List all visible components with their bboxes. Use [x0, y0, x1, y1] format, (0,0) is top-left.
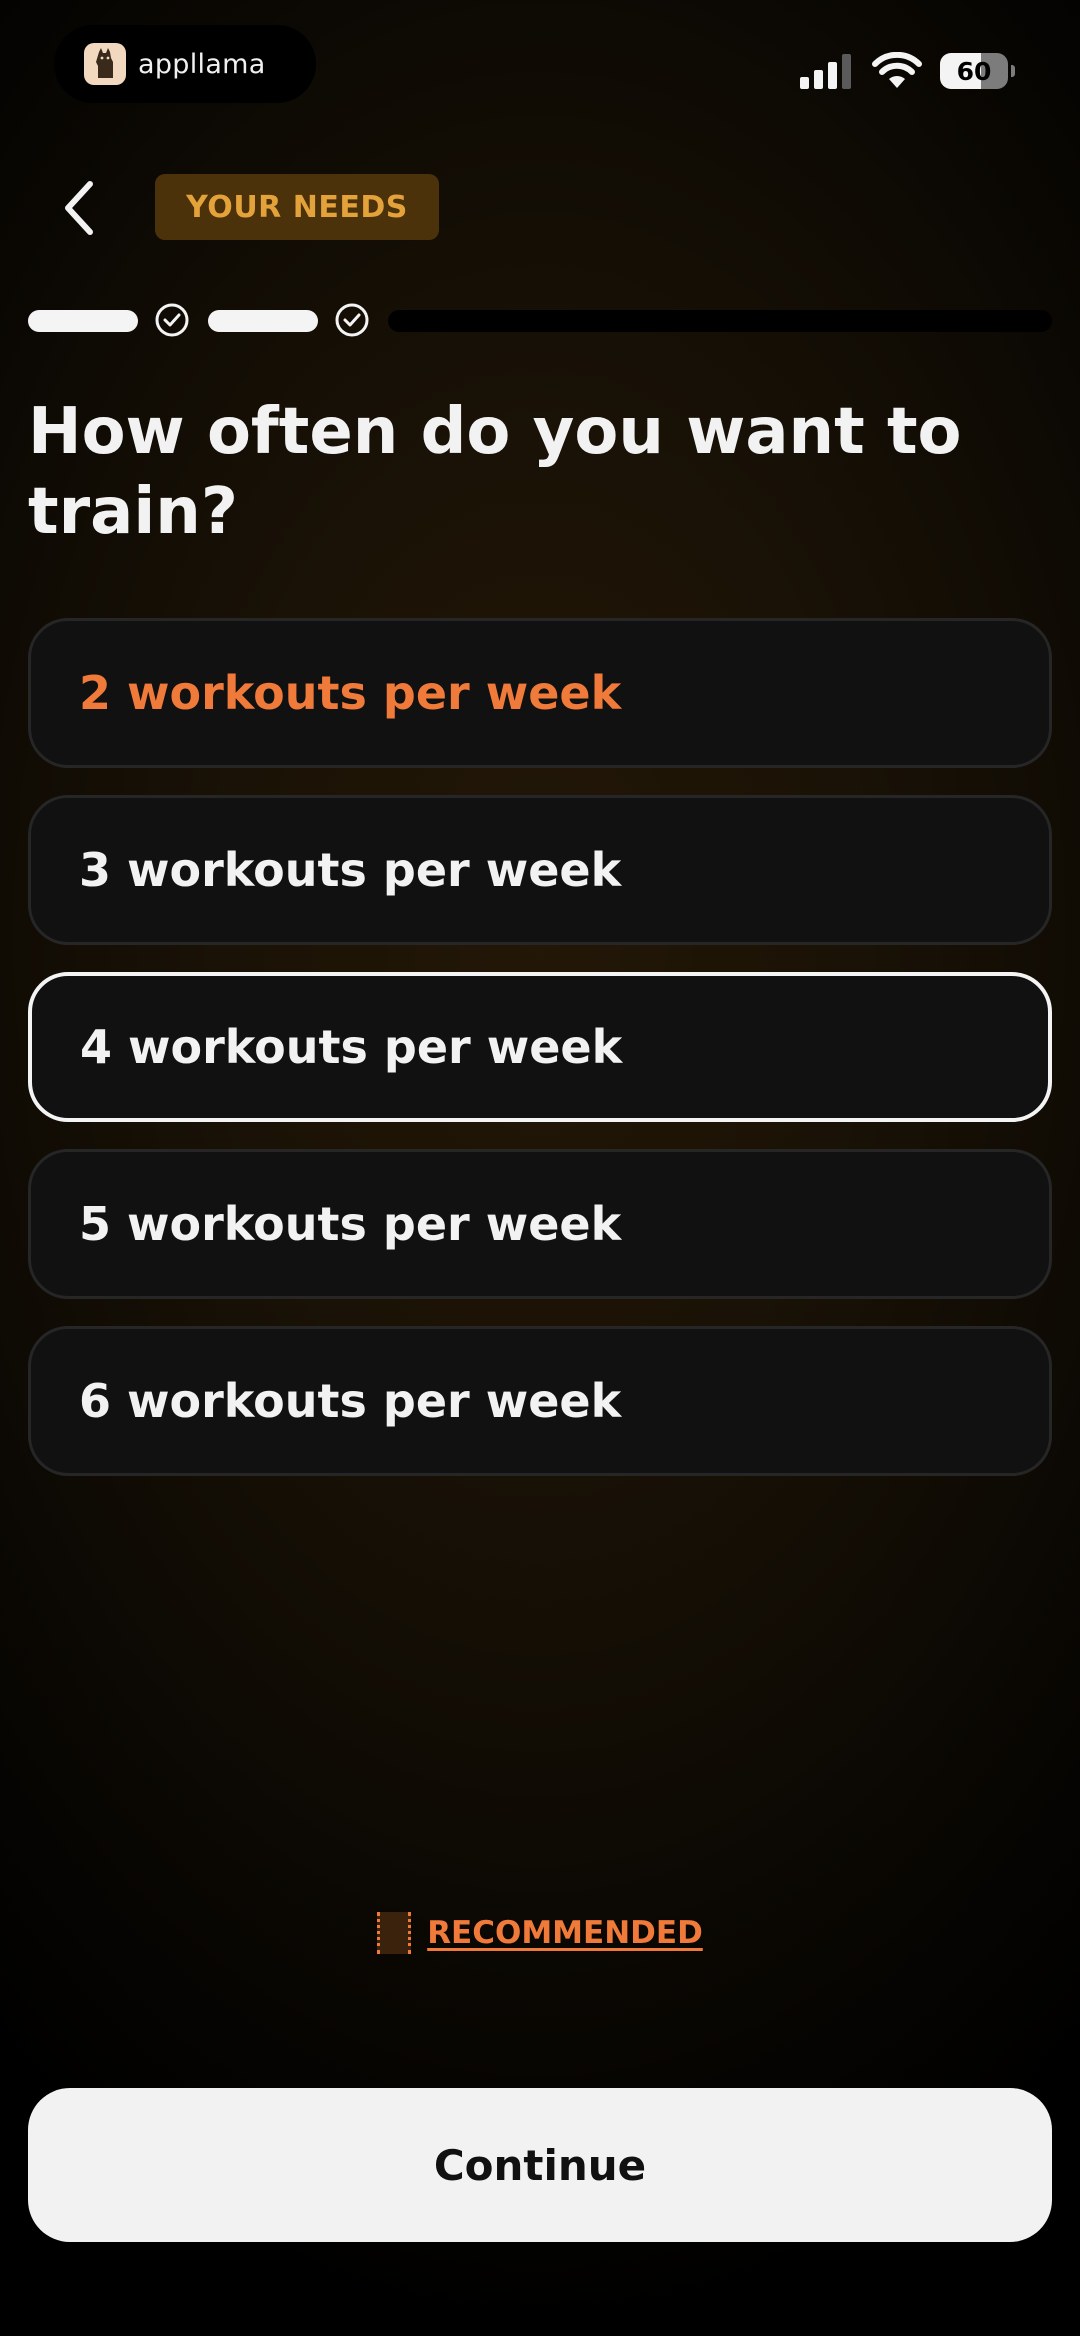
chevron-left-icon: [65, 181, 93, 235]
check-circle-icon: [335, 303, 369, 337]
section-badge: YOUR NEEDS: [155, 174, 439, 240]
progress-segment-completed: [28, 310, 138, 332]
recommended-legend: RECOMMENDED: [0, 1912, 1080, 1954]
progress-bar: [28, 302, 1052, 338]
option-list: 2 workouts per week 3 workouts per week …: [28, 618, 1052, 1503]
battery-level: 60: [956, 56, 992, 86]
battery-icon: 60: [940, 53, 1015, 89]
option-2-workouts[interactable]: 2 workouts per week: [28, 618, 1052, 768]
question-title: How often do you want to train?: [28, 395, 962, 549]
app-switcher-pill[interactable]: appllama: [54, 25, 316, 103]
option-4-workouts[interactable]: 4 workouts per week: [28, 972, 1052, 1122]
progress-segment-remaining: [388, 310, 1052, 332]
signal-icon: [800, 54, 851, 89]
check-circle-icon: [155, 303, 189, 337]
option-6-workouts[interactable]: 6 workouts per week: [28, 1326, 1052, 1476]
recommended-label: RECOMMENDED: [427, 1915, 703, 1951]
recommended-swatch: [377, 1912, 412, 1954]
status-indicators: 60: [800, 50, 1015, 92]
option-5-workouts[interactable]: 5 workouts per week: [28, 1149, 1052, 1299]
llama-icon: [84, 43, 126, 85]
back-button[interactable]: [48, 168, 108, 248]
continue-button[interactable]: Continue: [28, 2088, 1052, 2242]
progress-segment-completed: [208, 310, 318, 332]
status-app-name: appllama: [138, 48, 266, 80]
option-3-workouts[interactable]: 3 workouts per week: [28, 795, 1052, 945]
wifi-icon: [872, 52, 922, 88]
